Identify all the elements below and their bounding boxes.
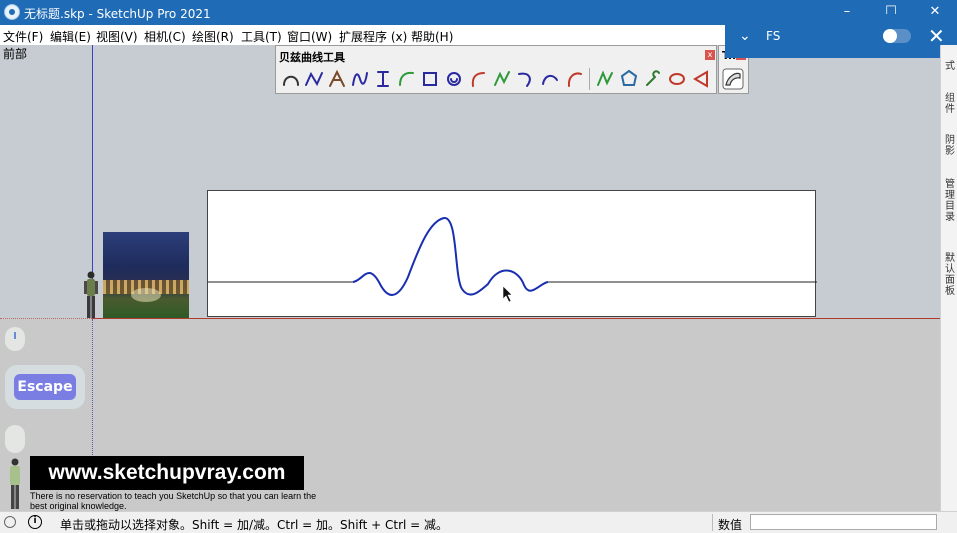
bezier-edit-icon[interactable] <box>326 68 348 90</box>
bezier-toolbar-title: 贝兹曲线工具 <box>279 51 345 64</box>
status-hint: 单击或拖动以选择对象。Shift = 加/减。Ctrl = 加。Shift + … <box>60 518 449 532</box>
menu-draw[interactable]: 绘图(R) <box>192 28 234 45</box>
menu-window[interactable]: 窗口(W) <box>287 28 332 45</box>
arc-3pt-icon[interactable] <box>395 68 417 90</box>
bspline-icon[interactable] <box>372 68 394 90</box>
bezier-curve-icon[interactable] <box>303 68 325 90</box>
menu-help[interactable]: 帮助(H) <box>411 28 453 45</box>
shape-bender-icon[interactable] <box>722 68 744 90</box>
ellipse-icon[interactable] <box>666 68 688 90</box>
bezier-toolbar-close-button[interactable]: x <box>705 50 715 60</box>
sketchup-app-icon <box>4 4 20 20</box>
bezier-toolbar[interactable]: 贝兹曲线工具 x <box>275 45 717 94</box>
tray-tab-default[interactable]: 默认面板 <box>943 253 957 297</box>
watermark-banner: www.sketchupvray.com <box>30 456 304 490</box>
escape-key-badge: Escape <box>14 374 76 400</box>
mouse-cursor-icon <box>502 285 513 303</box>
scale-figure[interactable] <box>82 270 100 320</box>
background-photo[interactable] <box>103 232 189 318</box>
status-bar: i 单击或拖动以选择对象。Shift = 加/减。Ctrl = 加。Shift … <box>0 511 957 533</box>
chevron-down-icon[interactable]: ⌄ <box>739 28 751 44</box>
default-tray: 式 组件 阴影 管理目录 默认面板 <box>940 45 957 511</box>
tray-tab-styles[interactable]: 式 <box>943 61 957 72</box>
spline-icon[interactable] <box>349 68 371 90</box>
photo-fountain <box>131 288 161 302</box>
mouse-indicator-icon <box>5 425 25 453</box>
polyline-curve-icon[interactable] <box>491 68 513 90</box>
bezier-arc-icon[interactable] <box>280 68 302 90</box>
fs-panel[interactable]: ⌄ FS ✕ <box>725 14 957 58</box>
freehand-icon[interactable] <box>594 68 616 90</box>
scene-view-label: 前部 <box>3 47 28 61</box>
bezier-curve[interactable] <box>352 217 549 296</box>
status-divider <box>712 514 713 531</box>
measurements-label: 数值 <box>718 518 743 532</box>
menu-camera[interactable]: 相机(C) <box>144 28 186 45</box>
geo-location-icon[interactable] <box>4 516 16 528</box>
drawing-board[interactable] <box>207 190 817 318</box>
toolbar-separator <box>589 68 590 90</box>
tray-tab-outliner[interactable]: 管理目录 <box>943 179 957 223</box>
red-axis-hidden <box>0 318 92 319</box>
fs-toggle[interactable] <box>883 29 911 43</box>
info-icon[interactable]: i <box>28 515 42 529</box>
polygon-icon[interactable] <box>618 68 640 90</box>
menu-tools[interactable]: 工具(T) <box>241 28 282 45</box>
menu-file[interactable]: 文件(F) <box>3 28 43 45</box>
bezier-curve-drawing[interactable] <box>208 191 817 318</box>
blue-axis-hidden <box>92 319 93 459</box>
segment-icon[interactable] <box>690 68 712 90</box>
window-title: 无标题.skp - SketchUp Pro 2021 <box>24 7 211 21</box>
rounded-rect-icon[interactable] <box>419 68 441 90</box>
menu-view[interactable]: 视图(V) <box>96 28 138 45</box>
mouse-indicator-icon <box>5 327 25 351</box>
arc-red-icon[interactable] <box>563 68 585 90</box>
mascot-figure <box>10 458 20 509</box>
menu-edit[interactable]: 编辑(E) <box>50 28 91 45</box>
tray-tab-components[interactable]: 组件 <box>943 93 957 115</box>
spiral-icon[interactable] <box>443 68 465 90</box>
arc-curve-icon[interactable] <box>539 68 561 90</box>
watermark-caption: There is no reservation to teach you Ske… <box>30 491 317 511</box>
measurements-input[interactable] <box>750 514 937 530</box>
fs-toggle-knob <box>883 29 897 43</box>
arc-open-icon[interactable] <box>467 68 489 90</box>
model-viewport[interactable]: 前部 Escape www.sketchupvray.com There is … <box>0 45 940 511</box>
menu-extensions[interactable]: 扩展程序 (x) <box>339 28 407 45</box>
fs-label: FS <box>766 29 781 43</box>
red-axis <box>92 318 940 319</box>
wrench-icon[interactable] <box>642 68 664 90</box>
keypress-overlay: Escape <box>5 365 85 409</box>
tray-tab-shadows[interactable]: 阴影 <box>943 135 957 157</box>
fillet-icon[interactable] <box>515 68 537 90</box>
